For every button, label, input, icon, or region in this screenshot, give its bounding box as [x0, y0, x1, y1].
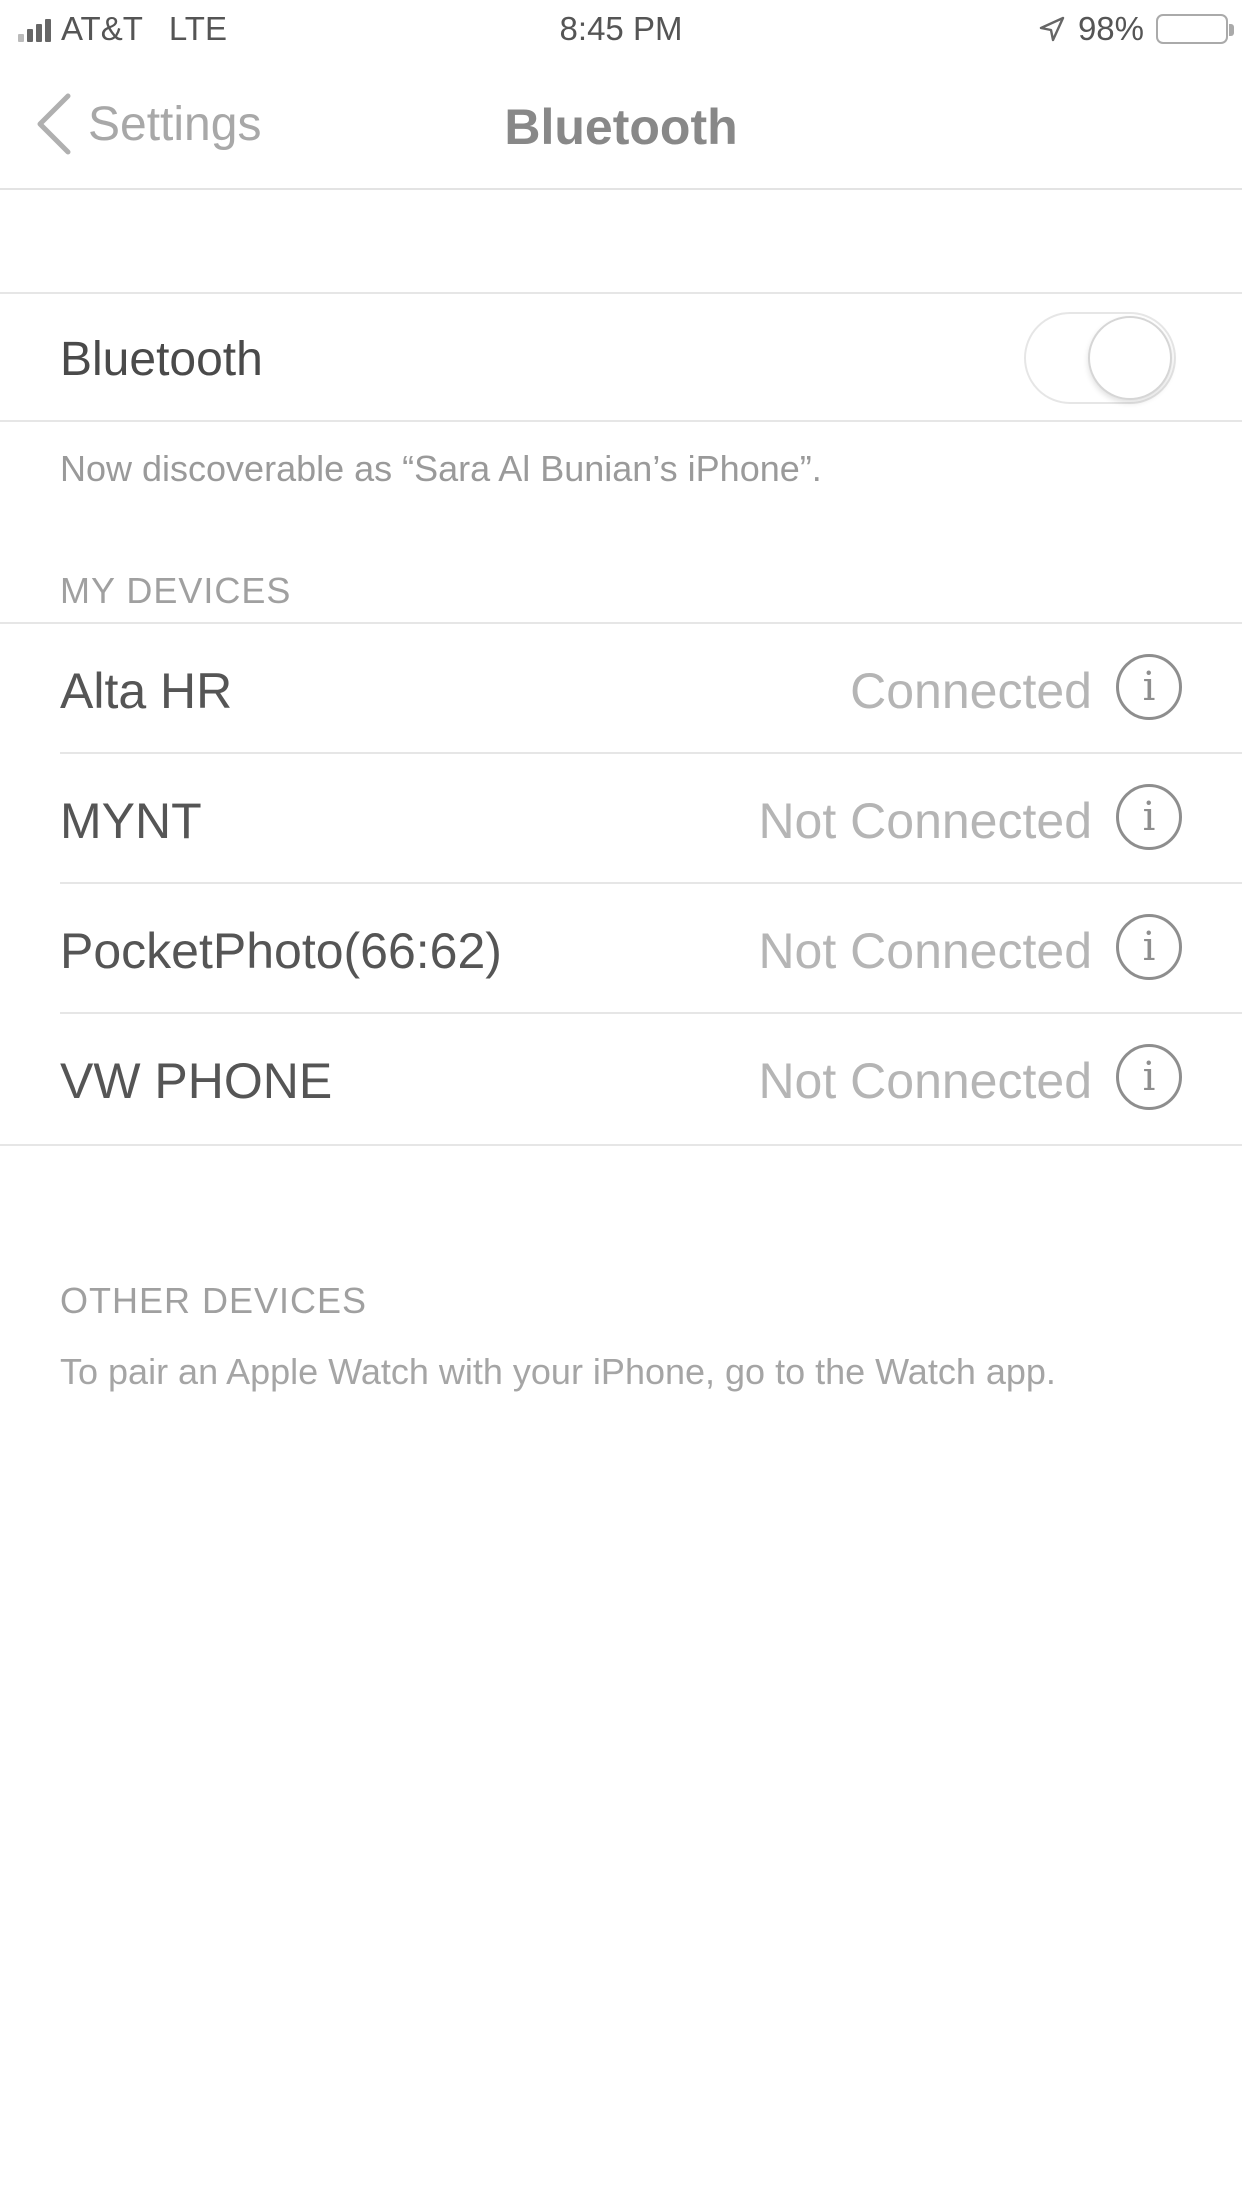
my-devices-header: MY DEVICES: [60, 570, 292, 611]
apple-watch-note: To pair an Apple Watch with your iPhone,…: [60, 1351, 1056, 1392]
device-row-pocketphoto[interactable]: PocketPhoto(66:62) Not Connected i: [0, 884, 1242, 1014]
device-status: Not Connected: [758, 793, 1092, 849]
location-arrow-icon: [1039, 16, 1065, 42]
other-devices-header: OTHER DEVICES: [60, 1280, 368, 1321]
device-row-mynt[interactable]: MYNT Not Connected i: [0, 754, 1242, 884]
bluetooth-toggle-row: Bluetooth: [0, 292, 1242, 422]
my-devices-list: Alta HR Connected i MYNT Not Connected i…: [0, 622, 1242, 1146]
info-icon[interactable]: i: [1116, 784, 1182, 850]
page-title: Bluetooth: [504, 99, 738, 155]
navigation-bar: Settings Bluetooth: [0, 62, 1242, 190]
device-row-alta-hr[interactable]: Alta HR Connected i: [0, 624, 1242, 754]
info-icon[interactable]: i: [1116, 1044, 1182, 1110]
device-name: MYNT: [60, 793, 202, 849]
device-row-vw-phone[interactable]: VW PHONE Not Connected i: [0, 1014, 1242, 1144]
battery-percent: 98%: [1077, 10, 1144, 47]
status-right: 98%: [1038, 10, 1234, 48]
device-name: VW PHONE: [60, 1053, 333, 1109]
info-icon[interactable]: i: [1116, 654, 1182, 720]
toggle-knob: [1088, 316, 1172, 400]
bluetooth-toggle[interactable]: [1024, 312, 1176, 404]
status-bar: AT&T LTE 8:45 PM 98%: [0, 0, 1242, 62]
info-icon[interactable]: i: [1116, 914, 1182, 980]
battery-icon: [1156, 14, 1234, 44]
device-name: PocketPhoto(66:62): [60, 923, 502, 979]
device-status: Connected: [850, 663, 1092, 719]
device-status: Not Connected: [758, 1053, 1092, 1109]
discoverable-text: Now discoverable as “Sara Al Bunian’s iP…: [60, 448, 822, 489]
device-name: Alta HR: [60, 663, 233, 719]
device-status: Not Connected: [758, 923, 1092, 979]
bluetooth-label: Bluetooth: [60, 333, 263, 386]
